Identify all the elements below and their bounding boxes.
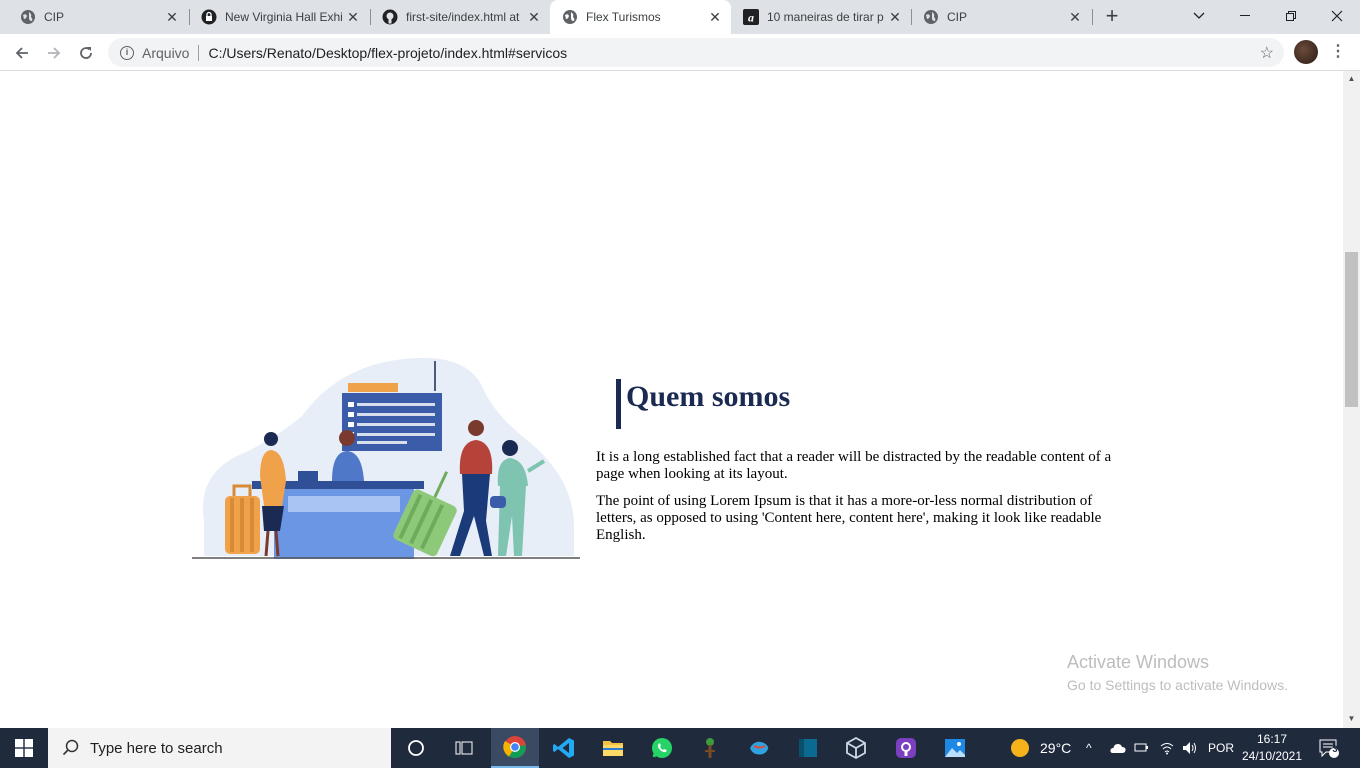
system-tray: ^ POR xyxy=(1086,728,1234,768)
wifi-icon xyxy=(1160,743,1174,755)
chrome-taskbar-icon[interactable] xyxy=(491,728,539,768)
virtualbox-icon[interactable] xyxy=(832,728,880,768)
tab-search-button[interactable] xyxy=(1176,0,1222,32)
close-window-button[interactable] xyxy=(1314,0,1360,32)
scroll-up-icon[interactable]: ▲ xyxy=(1346,73,1357,85)
task-view-icon[interactable] xyxy=(440,728,488,768)
vscode-taskbar-icon[interactable] xyxy=(540,728,588,768)
screen: CIP ✕ New Virginia Hall Exhi ✕ first-sit… xyxy=(0,0,1360,768)
windows-taskbar: Type here to search 29°C ^ POR 16:17 24/… xyxy=(0,728,1360,768)
cortana-icon[interactable] xyxy=(392,728,440,768)
tree-app-icon[interactable] xyxy=(686,728,734,768)
tab-separator xyxy=(1092,9,1093,25)
file-explorer-icon[interactable] xyxy=(589,728,637,768)
sun-icon xyxy=(1011,739,1029,757)
search-placeholder: Type here to search xyxy=(90,739,223,757)
clock-date: 24/10/2021 xyxy=(1241,749,1303,763)
watermark-title: Activate Windows xyxy=(1067,652,1210,672)
minimize-button[interactable] xyxy=(1222,0,1268,32)
star-icon[interactable]: ☆ xyxy=(1260,43,1274,63)
github-icon xyxy=(382,9,398,25)
windows-logo-icon xyxy=(15,739,33,757)
weather-temp: 29°C xyxy=(1040,740,1072,756)
chevron-down-icon xyxy=(1193,12,1205,19)
close-icon[interactable]: ✕ xyxy=(526,9,542,25)
language-indicator[interactable]: POR xyxy=(1208,741,1234,755)
minimize-icon xyxy=(1240,15,1250,16)
info-icon[interactable]: i xyxy=(120,45,134,60)
github-desktop-icon[interactable] xyxy=(882,728,930,768)
clock-time: 16:17 xyxy=(1256,732,1288,746)
watermark-subtitle: Go to Settings to activate Windows. xyxy=(1067,677,1288,693)
tab-github[interactable]: first-site/index.html at ✕ xyxy=(370,0,550,34)
volume-icon xyxy=(1183,742,1196,754)
forward-button[interactable] xyxy=(40,39,68,67)
globe-icon xyxy=(923,9,939,25)
close-icon xyxy=(1331,10,1343,22)
arrow-left-icon xyxy=(15,47,28,59)
clock[interactable]: 16:17 24/10/2021 xyxy=(1236,731,1308,765)
heading-accent-bar xyxy=(616,379,621,429)
scheme-label: Arquivo xyxy=(142,44,190,61)
about-paragraph-1: It is a long established fact that a rea… xyxy=(596,449,1112,482)
whatsapp-icon[interactable] xyxy=(638,728,686,768)
search-icon xyxy=(62,739,79,756)
chevron-up-icon[interactable]: ^ xyxy=(1086,741,1098,755)
tab-strip: CIP ✕ New Virginia Hall Exhi ✕ first-sit… xyxy=(0,0,1360,34)
restore-icon xyxy=(1286,11,1296,21)
back-button[interactable] xyxy=(8,39,36,67)
scroll-down-icon[interactable]: ▼ xyxy=(1346,713,1357,725)
close-icon[interactable]: ✕ xyxy=(345,9,361,25)
weather-widget[interactable]: 29°C xyxy=(1010,728,1071,768)
notification-count: 3 xyxy=(1332,744,1338,754)
svg-text:a: a xyxy=(748,11,754,25)
close-icon[interactable]: ✕ xyxy=(707,9,723,25)
profile-avatar[interactable] xyxy=(1294,40,1318,64)
a-logo-icon: a xyxy=(743,9,759,25)
page-viewport: Quem somos It is a long established fact… xyxy=(0,71,1343,728)
taskbar-search-input[interactable]: Type here to search xyxy=(48,728,391,768)
close-icon[interactable]: ✕ xyxy=(164,9,180,25)
url-text[interactable]: C:/Users/Renato/Desktop/flex-projeto/ind… xyxy=(208,45,567,61)
notifications-button[interactable]: 3 xyxy=(1318,728,1340,768)
about-paragraph-2: The point of using Lorem Ipsum is that i… xyxy=(596,493,1102,543)
restore-button[interactable] xyxy=(1268,0,1314,32)
tab-virginia-hall[interactable]: New Virginia Hall Exhi ✕ xyxy=(189,0,369,34)
betta-app-icon[interactable] xyxy=(735,728,783,768)
globe-icon xyxy=(562,9,578,25)
start-button[interactable] xyxy=(0,728,48,768)
tab-10-maneiras[interactable]: a 10 maneiras de tirar p ✕ xyxy=(731,0,911,34)
address-bar[interactable]: i Arquivo C:/Users/Renato/Desktop/flex-p… xyxy=(108,38,1284,67)
tab-cip-2[interactable]: CIP ✕ xyxy=(911,0,1091,34)
battery-plug-icon xyxy=(1134,743,1148,752)
reload-button[interactable] xyxy=(72,39,100,67)
globe-icon xyxy=(20,9,36,25)
divider xyxy=(198,44,200,61)
close-icon[interactable]: ✕ xyxy=(887,9,903,25)
menu-kebab-icon[interactable]: ⋮ xyxy=(1328,42,1348,62)
onedrive-cloud-icon xyxy=(1110,744,1126,753)
reload-icon xyxy=(80,47,92,59)
travel-counter-illustration xyxy=(192,357,580,559)
tab-flex-turismos[interactable]: Flex Turismos ✕ xyxy=(550,0,731,34)
about-heading: Quem somos xyxy=(626,380,791,413)
arrow-right-icon xyxy=(48,47,61,59)
book-app-icon[interactable] xyxy=(784,728,832,768)
browser-toolbar: i Arquivo C:/Users/Renato/Desktop/flex-p… xyxy=(0,34,1360,71)
scrollbar-thumb[interactable] xyxy=(1345,252,1358,407)
activate-windows-watermark: Activate Windows Go to Settings to activ… xyxy=(1067,652,1288,693)
new-tab-button[interactable]: + xyxy=(1100,5,1124,28)
photos-icon[interactable] xyxy=(931,728,979,768)
lock-icon xyxy=(201,9,217,25)
tab-cip-1[interactable]: CIP ✕ xyxy=(8,0,188,34)
close-icon[interactable]: ✕ xyxy=(1067,9,1083,25)
